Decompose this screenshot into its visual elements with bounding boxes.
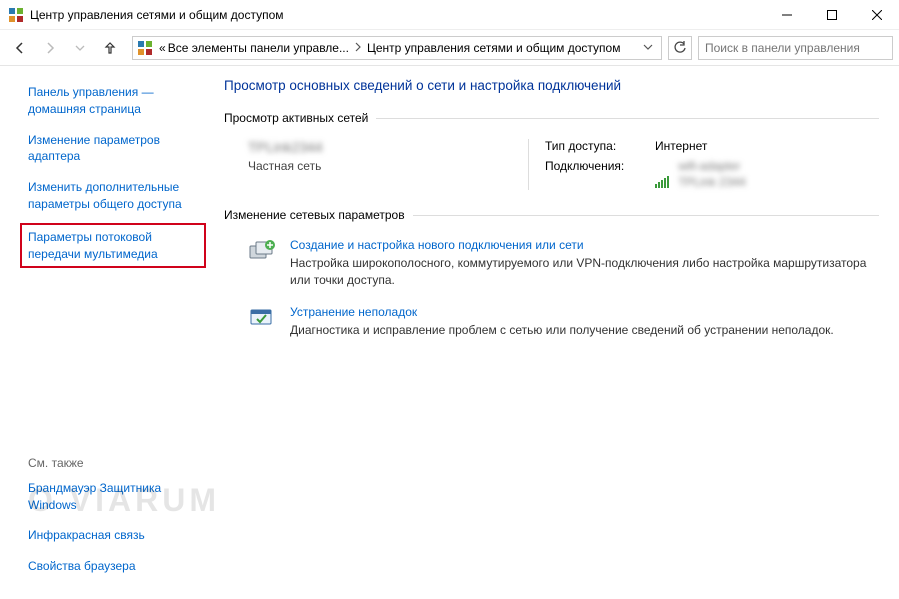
refresh-button[interactable]: [668, 36, 692, 60]
maximize-button[interactable]: [809, 0, 854, 30]
task-text: Устранение неполадок Диагностика и испра…: [290, 305, 834, 339]
new-connection-icon: [248, 238, 276, 262]
address-icon: [137, 40, 153, 56]
network-identity: TPLink2344 Частная сеть: [248, 139, 528, 190]
see-also-label: См. также: [28, 456, 198, 470]
address-bar[interactable]: « Все элементы панели управле... Центр у…: [132, 36, 662, 60]
see-also-infrared[interactable]: Инфракрасная связь: [28, 527, 198, 544]
sidebar-link-home[interactable]: Панель управления — домашняя страница: [28, 84, 198, 118]
page-heading: Просмотр основных сведений о сети и наст…: [224, 78, 879, 93]
breadcrumb-prefix: «: [159, 41, 166, 55]
network-details: Тип доступа: Интернет Подключения:: [528, 139, 746, 190]
minimize-button[interactable]: [764, 0, 809, 30]
see-also: См. также Брандмауэр Защитника Windows И…: [28, 456, 198, 589]
active-networks-label: Просмотр активных сетей: [224, 111, 368, 125]
change-settings-header: Изменение сетевых параметров: [224, 208, 879, 222]
recent-dropdown[interactable]: [66, 34, 94, 62]
main-content: Просмотр основных сведений о сети и наст…: [212, 66, 899, 599]
task-new-connection: Создание и настройка нового подключения …: [224, 234, 879, 301]
address-dropdown-icon[interactable]: [637, 41, 659, 55]
task-text: Создание и настройка нового подключения …: [290, 238, 879, 289]
app-icon: [8, 7, 24, 23]
access-type-label: Тип доступа:: [545, 139, 655, 153]
active-network-row: TPLink2344 Частная сеть Тип доступа: Инт…: [224, 137, 879, 208]
breadcrumb-parent[interactable]: Все элементы панели управле...: [168, 41, 349, 55]
divider: [413, 215, 879, 216]
task-new-connection-desc: Настройка широкополосного, коммутируемог…: [290, 255, 879, 289]
troubleshoot-icon: [248, 305, 276, 329]
see-also-browser[interactable]: Свойства браузера: [28, 558, 198, 575]
wifi-signal-icon: [655, 176, 669, 188]
active-networks-header: Просмотр активных сетей: [224, 111, 879, 125]
forward-button[interactable]: [36, 34, 64, 62]
window-title: Центр управления сетями и общим доступом: [30, 8, 284, 22]
titlebar: Центр управления сетями и общим доступом: [0, 0, 899, 30]
sidebar-link-media-streaming[interactable]: Параметры потоковой передачи мультимедиа: [28, 229, 198, 263]
see-also-firewall[interactable]: Брандмауэр Защитника Windows: [28, 480, 198, 514]
divider: [376, 118, 879, 119]
task-troubleshoot: Устранение неполадок Диагностика и испра…: [224, 301, 879, 351]
search-input[interactable]: [698, 36, 893, 60]
task-troubleshoot-link[interactable]: Устранение неполадок: [290, 305, 417, 319]
task-troubleshoot-desc: Диагностика и исправление проблем с сеть…: [290, 322, 834, 339]
connections-label: Подключения:: [545, 159, 655, 173]
up-button[interactable]: [96, 34, 124, 62]
navbar: « Все элементы панели управле... Центр у…: [0, 30, 899, 66]
breadcrumb-chevron-icon[interactable]: [351, 41, 365, 55]
task-new-connection-link[interactable]: Создание и настройка нового подключения …: [290, 238, 584, 252]
connections-value[interactable]: wifi-adapter TPLink 2344: [655, 159, 746, 190]
access-type-value: Интернет: [655, 139, 746, 153]
sidebar-link-adapter[interactable]: Изменение параметров адаптера: [28, 132, 198, 166]
sidebar-link-sharing[interactable]: Изменить дополнительные параметры общего…: [28, 179, 198, 213]
body: Панель управления — домашняя страница Из…: [0, 66, 899, 599]
sidebar-link-highlight: Параметры потоковой передачи мультимедиа: [20, 223, 206, 269]
change-settings-label: Изменение сетевых параметров: [224, 208, 405, 222]
network-type: Частная сеть: [248, 159, 528, 173]
breadcrumb-current[interactable]: Центр управления сетями и общим доступом: [367, 41, 621, 55]
window-controls: [764, 0, 899, 30]
sidebar: Панель управления — домашняя страница Из…: [0, 66, 212, 599]
connection-name-blurred: wifi-adapter TPLink 2344: [678, 159, 745, 190]
close-button[interactable]: [854, 0, 899, 30]
back-button[interactable]: [6, 34, 34, 62]
network-name: TPLink2344: [248, 139, 528, 155]
